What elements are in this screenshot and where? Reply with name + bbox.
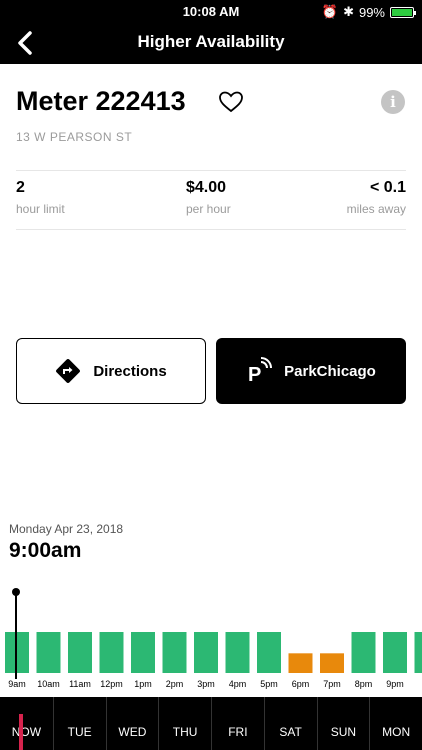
stat-label: hour limit <box>16 202 65 216</box>
stat-hour-limit: 2 hour limit <box>16 179 65 216</box>
hour-label: 10am <box>37 679 60 689</box>
hour-label: 4pm <box>229 679 247 689</box>
day-tab-fri[interactable]: FRI <box>211 697 264 750</box>
heart-icon[interactable] <box>218 90 244 114</box>
day-tab-sun[interactable]: SUN <box>316 697 370 750</box>
hour-label: 1pm <box>134 679 152 689</box>
availability-bar-6pm[interactable] <box>288 653 313 673</box>
meter-stats: 2 hour limit $4.00 per hour < 0.1 miles … <box>16 170 406 230</box>
page-title: Higher Availability <box>137 32 285 51</box>
stat-value: $4.00 <box>186 179 227 196</box>
hour-label: 12pm <box>100 679 123 689</box>
parkchicago-button[interactable]: P ParkChicago <box>216 338 406 404</box>
availability-bar-1pm[interactable] <box>131 632 155 673</box>
hour-label: 8pm <box>355 679 373 689</box>
stat-value: 2 <box>16 179 25 196</box>
availability-bar-12pm[interactable] <box>99 632 124 673</box>
availability-bar-4pm[interactable] <box>225 632 250 673</box>
availability-bar-10am[interactable] <box>36 632 61 673</box>
stat-value: < 0.1 <box>369 179 406 196</box>
availability-bar-11am[interactable] <box>68 632 92 673</box>
stat-label: miles away <box>346 202 406 216</box>
parkchicago-icon: P <box>248 357 273 385</box>
time-indicator-handle[interactable] <box>12 588 20 596</box>
day-tab-now[interactable]: NOW <box>0 697 53 750</box>
availability-bar-8pm[interactable] <box>351 632 376 673</box>
availability-bar-2pm[interactable] <box>162 632 187 673</box>
hour-label: 3pm <box>197 679 215 689</box>
day-tab-sat[interactable]: SAT <box>263 697 317 750</box>
meter-address: 13 W PEARSON ST <box>16 130 133 144</box>
hour-label: 2pm <box>166 679 184 689</box>
stat-distance: < 0.1 miles away <box>347 179 406 216</box>
availability-bar-3pm[interactable] <box>194 632 218 673</box>
day-tab-thu[interactable]: THU <box>158 697 211 750</box>
schedule-date: Monday Apr 23, 2018 <box>9 522 124 536</box>
info-icon[interactable]: i <box>381 90 405 114</box>
now-marker <box>19 714 23 750</box>
status-icons: ⏰ ✱ 99% <box>321 4 416 20</box>
availability-bar-10[interactable] <box>414 632 422 673</box>
parkchicago-label: ParkChicago <box>284 362 376 380</box>
battery-percent: 99% <box>358 4 385 20</box>
directions-label: Directions <box>93 362 167 380</box>
directions-icon <box>56 359 81 383</box>
alarm-icon: ⏰ <box>321 4 339 19</box>
directions-button[interactable]: Directions <box>16 338 206 404</box>
availability-bar-7pm[interactable] <box>320 653 344 673</box>
hour-label: 7pm <box>323 679 341 689</box>
stat-rate: $4.00 per hour <box>186 179 231 216</box>
meter-title: Meter 222413 <box>16 86 186 116</box>
day-tab-tue[interactable]: TUE <box>52 697 106 750</box>
availability-chart[interactable]: 9am 10am 11am 12pm 1pm 2pm 3pm 4pm 5pm 6pm 7pm 8pm 9… <box>0 580 422 696</box>
day-tab-mon[interactable]: MON <box>369 697 422 750</box>
stat-label: per hour <box>186 202 231 216</box>
hour-label: 11am <box>69 679 91 689</box>
status-bar: 10:08 AM ⏰ ✱ 99% <box>0 0 422 22</box>
hour-label: 9pm <box>386 679 404 689</box>
day-selector: NOW TUE WED THU FRI SAT SUN MON <box>0 697 422 750</box>
hour-label: 9am <box>8 679 26 689</box>
battery-icon <box>390 6 416 18</box>
availability-bar-5pm[interactable] <box>257 632 281 673</box>
nav-bar: Higher Availability <box>0 22 422 64</box>
availability-bar-9pm[interactable] <box>383 632 407 673</box>
day-tab-wed[interactable]: WED <box>105 697 159 750</box>
svg-text:P: P <box>248 364 261 385</box>
schedule-time: 9:00am <box>9 539 82 562</box>
hour-label: 5pm <box>260 679 278 689</box>
hour-label: 6pm <box>292 679 310 689</box>
bluetooth-icon: ✱ <box>343 4 354 19</box>
